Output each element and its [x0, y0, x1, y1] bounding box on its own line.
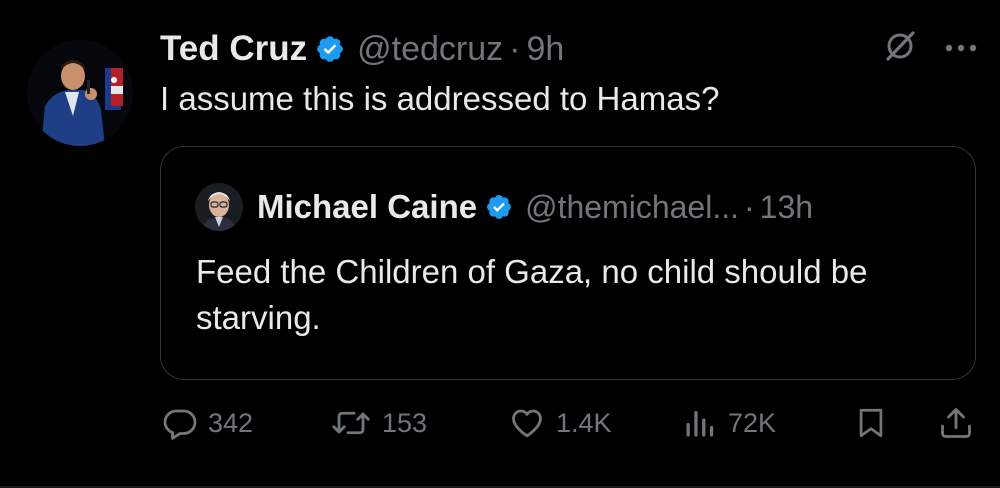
views-button[interactable]: 72K — [682, 400, 776, 446]
share-button[interactable] — [938, 400, 974, 446]
author-avatar[interactable] — [27, 40, 133, 146]
views-count: 72K — [728, 407, 777, 438]
bookmark-icon — [854, 404, 888, 442]
quoted-tweet-header: Michael Caine @themichael... · 13h — [195, 183, 813, 231]
reply-count: 342 — [208, 407, 254, 438]
reply-button[interactable]: 342 — [162, 400, 253, 446]
author-handle[interactable]: @tedcruz — [357, 30, 503, 69]
tweet[interactable]: Ted Cruz @tedcruz · 9h I assume this is … — [0, 0, 1000, 488]
verified-badge-icon — [485, 193, 513, 221]
tweet-header: Ted Cruz @tedcruz · 9h — [160, 24, 564, 74]
separator-dot: · — [509, 29, 521, 68]
retweet-count: 153 — [382, 407, 428, 438]
tweet-timestamp[interactable]: 9h — [526, 30, 564, 69]
grok-slash-icon[interactable] — [882, 28, 918, 69]
quoted-author-handle[interactable]: @themichael... — [525, 189, 739, 226]
tweet-action-bar: 342 153 1.4K 72K — [160, 400, 980, 446]
reply-icon — [162, 405, 198, 441]
share-icon — [938, 404, 974, 442]
retweet-button[interactable]: 153 — [330, 400, 427, 446]
like-count: 1.4K — [556, 407, 612, 438]
like-icon — [508, 405, 546, 441]
tweet-text: I assume this is addressed to Hamas? — [160, 80, 720, 117]
views-icon — [682, 405, 718, 441]
author-name[interactable]: Ted Cruz — [160, 29, 307, 69]
retweet-icon — [330, 405, 372, 441]
bookmark-button[interactable] — [854, 400, 888, 446]
tweet-top-actions — [882, 28, 978, 69]
quoted-author-avatar[interactable] — [195, 183, 243, 231]
quoted-author-name[interactable]: Michael Caine — [257, 188, 477, 226]
more-icon[interactable] — [944, 40, 978, 58]
quoted-tweet-timestamp[interactable]: 13h — [760, 189, 813, 226]
verified-badge-icon — [315, 34, 345, 64]
separator-dot: · — [743, 188, 755, 225]
like-button[interactable]: 1.4K — [508, 400, 612, 446]
quoted-tweet-card[interactable]: Michael Caine @themichael... · 13h Feed … — [160, 146, 976, 380]
quoted-tweet-text: Feed the Children of Gaza, no child shou… — [196, 253, 868, 336]
